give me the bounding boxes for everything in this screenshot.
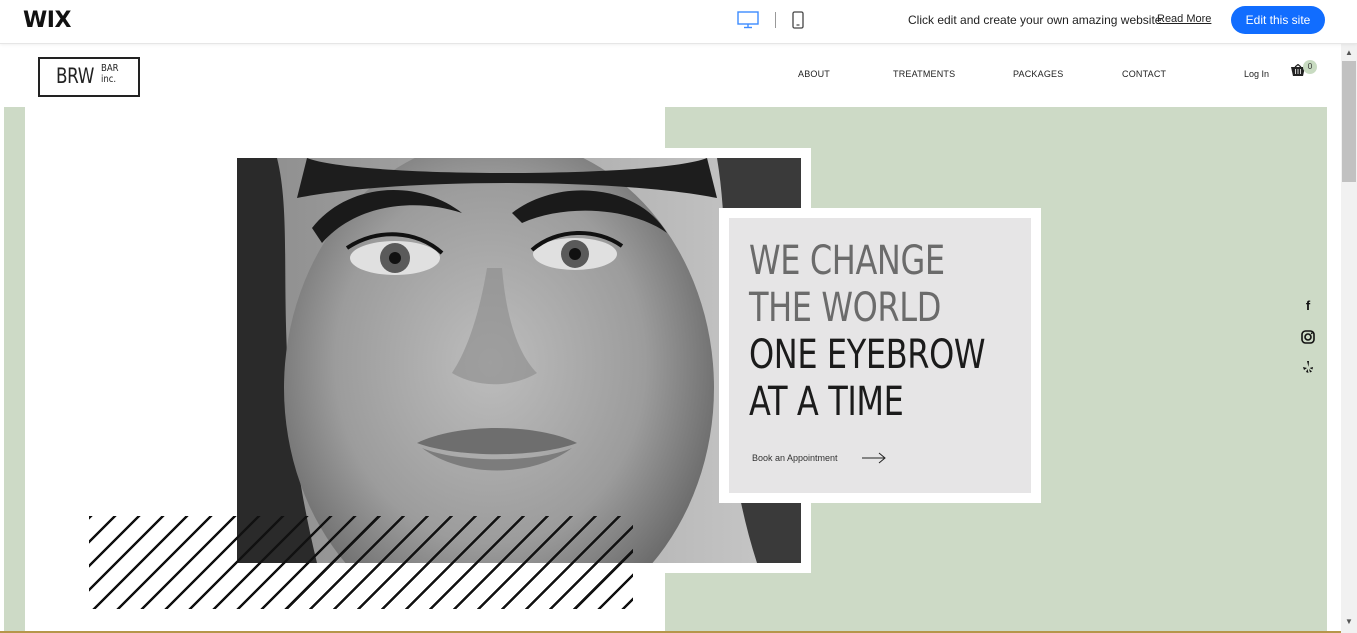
site-header: BRW BAR inc. ABOUT TREATMENTS PACKAGES C… — [0, 44, 1341, 107]
instagram-icon[interactable] — [1300, 329, 1316, 345]
headline-line-2: THE WORLD — [749, 285, 941, 331]
scroll-down-arrow-icon[interactable]: ▼ — [1345, 617, 1353, 626]
logo-inc-word: inc. — [101, 74, 117, 85]
headline-line-4: AT A TIME — [749, 379, 904, 425]
book-appointment-link[interactable]: Book an Appointment — [752, 453, 838, 463]
vertical-scrollbar[interactable]: ▲ ▼ — [1341, 44, 1357, 633]
nav-about[interactable]: ABOUT — [798, 69, 830, 79]
wix-top-bar: WIX Click edit and create your own amazi… — [0, 0, 1357, 44]
wix-logo[interactable]: WIX — [23, 8, 71, 33]
headline-line-3: ONE EYEBROW — [749, 332, 986, 378]
scroll-up-arrow-icon[interactable]: ▲ — [1345, 48, 1353, 57]
logo-bar-text: BAR inc. — [101, 63, 119, 85]
headline-line-1: WE CHANGE — [749, 238, 945, 284]
read-more-link[interactable]: Read More — [1157, 13, 1211, 25]
scrollbar-thumb[interactable] — [1342, 61, 1356, 182]
nav-packages[interactable]: PACKAGES — [1013, 69, 1063, 79]
nav-contact[interactable]: CONTACT — [1122, 69, 1166, 79]
site-logo[interactable]: BRW BAR inc. — [38, 57, 140, 97]
arrow-right-icon[interactable] — [861, 451, 887, 465]
diagonal-hatch-decoration — [89, 516, 633, 609]
mobile-icon[interactable] — [792, 11, 804, 29]
desktop-icon[interactable] — [737, 11, 759, 29]
nav-treatments[interactable]: TREATMENTS — [893, 69, 955, 79]
yelp-icon[interactable] — [1300, 359, 1316, 375]
portrait-illustration — [237, 158, 801, 563]
edit-site-button[interactable]: Edit this site — [1231, 6, 1325, 34]
logo-bar-word: BAR — [101, 63, 119, 74]
hero-headline: WE CHANGE THE WORLD ONE EYEBROW AT A TIM… — [749, 238, 986, 426]
wix-promo-message: Click edit and create your own amazing w… — [908, 13, 1162, 27]
logo-brw-text: BRW — [56, 64, 94, 88]
login-link[interactable]: Log In — [1244, 69, 1269, 79]
facebook-icon[interactable]: f — [1300, 298, 1316, 314]
hero-portrait-image — [237, 158, 801, 563]
device-separator — [775, 12, 776, 28]
cart-count-badge: 0 — [1303, 60, 1317, 74]
